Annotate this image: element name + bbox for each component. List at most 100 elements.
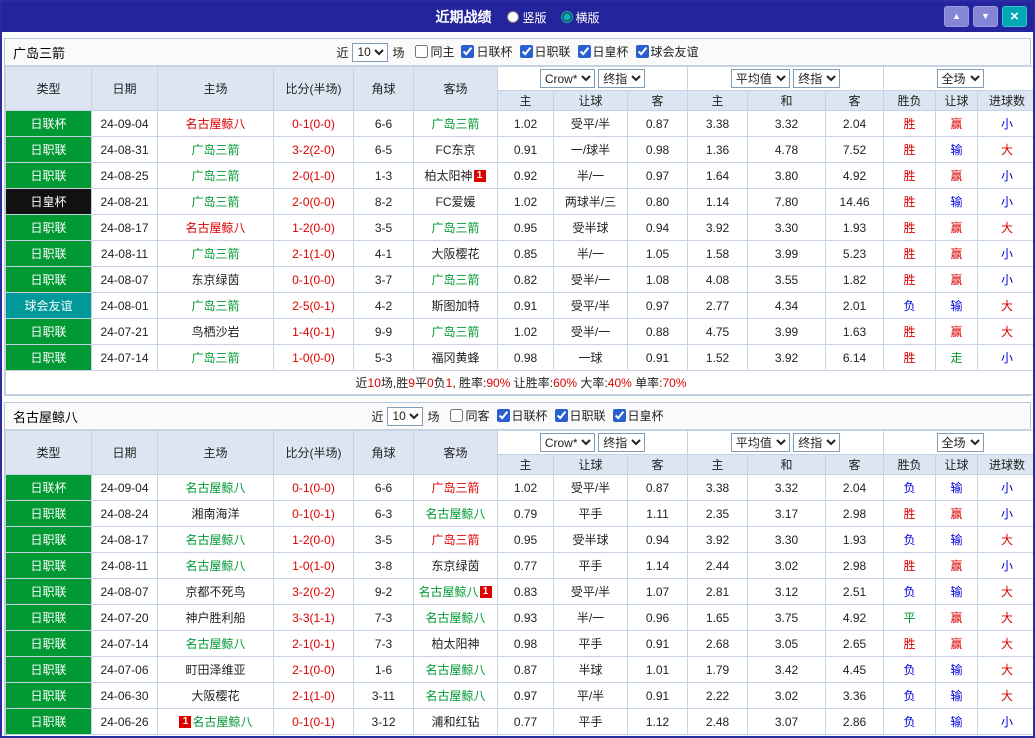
handicap-cell: 受半/一 [553,266,628,293]
goals-cell: 小 [977,162,1033,189]
filter-checkbox[interactable] [461,45,475,58]
col-odds-home: 主 [497,454,554,475]
match-row: 日联杯 24-09-04 名古屋鲸八 0-1(0-0) 6-6 广岛三箭 1.02 受平/半 0… [5,474,1033,501]
filter-option[interactable]: 球会友谊 [635,43,699,60]
layout-option-horizontal[interactable]: 横版 [560,9,600,26]
handicap-result-cell: 赢 [935,240,979,267]
close-button[interactable]: × [1002,6,1027,27]
avg-away-cell: 2.51 [825,578,885,605]
filter-option[interactable]: 日皇杯 [612,407,664,424]
handicap-cell: 平手 [553,500,628,527]
up-arrow-icon: ▲ [952,11,961,21]
filter-option[interactable]: 同客 [450,407,490,424]
corners-cell: 9-2 [353,578,414,605]
filter-checkbox[interactable] [554,409,568,422]
result-cell: 胜 [883,552,937,579]
avg-draw-cell: 3.32 [747,110,827,137]
date-cell: 24-07-06 [91,656,158,683]
away-team-cell: 名古屋鲸八 [413,500,498,527]
filter-option[interactable]: 日联杯 [496,407,548,424]
avg-away-cell: 2.04 [825,110,885,137]
move-up-button[interactable]: ▲ [944,6,969,27]
avg-select[interactable]: 平均值 [730,433,790,452]
scope-select[interactable]: 全场 [936,433,984,452]
away-team-cell: 广岛三箭 [413,214,498,241]
filter-option[interactable]: 日职联 [554,407,606,424]
avg-home-cell: 2.68 [687,630,749,657]
team-name-text: 广岛三箭 [191,351,240,365]
score-cell: 2-1(1-0) [273,682,354,709]
handicap-result-cell: 赢 [935,500,979,527]
filter-checkbox[interactable] [415,45,429,58]
filter-checkbox[interactable] [577,45,591,58]
filter-option[interactable]: 日联杯 [461,43,513,60]
odds-source-select[interactable]: Crow* [539,69,595,88]
col-goals: 进球数 [977,454,1033,475]
date-cell: 24-06-26 [91,708,158,735]
corners-cell: 4-1 [353,240,414,267]
filter-option[interactable]: 日皇杯 [577,43,629,60]
recent-count-select[interactable]: 10 [387,406,424,426]
col-score: 比分(半场) [273,430,354,475]
col-avg-away: 客 [825,90,885,111]
filter-option-label: 日联杯 [476,45,513,59]
layout-option-vertical[interactable]: 竖版 [507,9,547,26]
col-score: 比分(半场) [273,66,354,111]
match-row: 日职联 24-08-11 广岛三箭 2-1(1-0) 4-1 大阪樱花 0.85 半/一 1.0… [5,240,1033,267]
avg-time-select[interactable]: 终指 [793,433,841,452]
home-team-cell: 町田泽维亚 [157,656,274,683]
avg-draw-cell: 3.55 [747,266,827,293]
avg-away-cell: 6.14 [825,344,885,371]
date-cell: 24-08-17 [91,526,158,553]
col-type: 类型 [5,430,92,475]
avg-time-select[interactable]: 终指 [793,69,841,88]
filter-option[interactable]: 同主 [415,43,454,60]
league-type-cell: 日职联 [5,344,92,371]
away-odds-cell: 0.87 [626,474,689,501]
filter-checkbox[interactable] [496,409,510,422]
league-filters: 同客 日联杯 日职联 日皇杯 [443,407,664,425]
corners-cell: 9-9 [353,318,414,345]
filter-checkbox[interactable] [450,409,464,422]
layout-radio[interactable] [507,11,520,23]
recent-count-select[interactable]: 10 [352,42,389,62]
summary-text: 大率: [577,376,608,390]
filter-checkbox[interactable] [635,45,649,58]
score-cell: 0-1(0-1) [273,500,354,527]
odds-source-select[interactable]: Crow* [539,433,595,452]
avg-select[interactable]: 平均值 [730,69,790,88]
handicap-result-cell: 赢 [935,318,979,345]
goals-cell: 大 [977,136,1033,163]
avg-draw-cell: 7.80 [747,188,827,215]
handicap-result-cell: 输 [935,708,979,735]
home-team-cell: 湘南海洋 [157,500,274,527]
home-team-cell: 名古屋鲸八 [157,474,274,501]
team-name-text: 浦和红钻 [431,715,480,729]
league-type-cell: 日职联 [5,266,92,293]
layout-radio[interactable] [560,11,573,23]
score-cell: 0-1(0-1) [273,708,354,735]
team-name-text: 广岛三箭 [431,273,480,287]
col-cover: 让球 [935,90,979,111]
match-row: 日皇杯 24-08-21 广岛三箭 2-0(0-0) 8-2 FC爱媛 1.02 两球半/三 0… [5,188,1033,215]
filter-checkbox[interactable] [519,45,533,58]
team-name-text: 大阪樱花 [431,247,480,261]
result-cell: 胜 [883,110,937,137]
move-down-button[interactable]: ▼ [973,6,998,27]
summary-text: 场,胜 [380,376,409,390]
filter-option-label: 同客 [465,409,490,423]
filter-option[interactable]: 日职联 [519,43,571,60]
scope-select[interactable]: 全场 [936,69,984,88]
handicap-result-cell: 赢 [935,110,979,137]
match-row: 日职联 24-07-14 广岛三箭 1-0(0-0) 5-3 福冈黄蜂 0.98 一球 0.91… [5,344,1033,371]
score-cell: 0-1(0-0) [273,266,354,293]
odds-time-select[interactable]: 终指 [598,69,646,88]
team-name: 名古屋鲸八 [13,409,79,425]
avg-selects-cell: 平均值 终指 [687,430,885,455]
filter-option-label: 同主 [430,45,455,59]
away-odds-cell: 0.94 [626,214,689,241]
filter-option-label: 日职联 [569,409,606,423]
odds-time-select[interactable]: 终指 [598,433,646,452]
avg-home-cell: 3.92 [687,214,749,241]
filter-checkbox[interactable] [612,409,626,422]
